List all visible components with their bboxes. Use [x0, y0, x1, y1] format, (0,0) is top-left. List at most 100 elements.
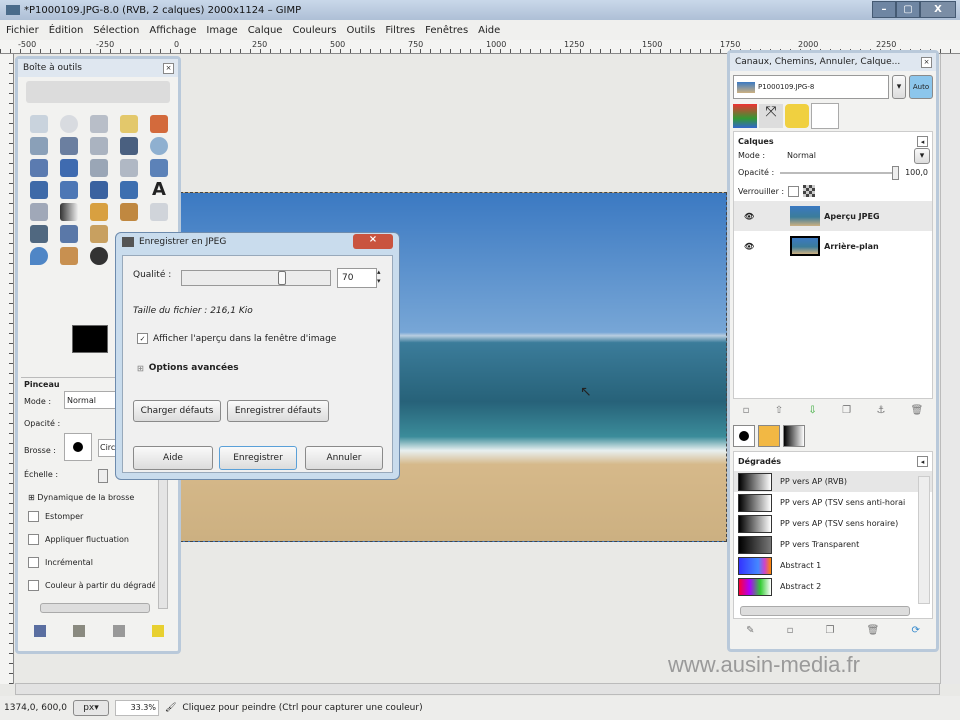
lasso-tool-icon[interactable]: [90, 115, 108, 133]
quality-spinbox[interactable]: 70: [337, 268, 377, 288]
rotate-tool-icon[interactable]: [150, 159, 168, 177]
brush-preview[interactable]: [64, 433, 92, 461]
zoom-select[interactable]: 33.3%: [114, 700, 159, 716]
ellipse-select-tool-icon[interactable]: [60, 115, 78, 133]
foreground-select-tool-icon[interactable]: [60, 137, 78, 155]
smudge-tool-icon[interactable]: [60, 247, 78, 265]
gradient-item[interactable]: PP vers AP (TSV sens horaire): [734, 513, 932, 534]
bucket-fill-tool-icon[interactable]: [30, 203, 48, 221]
tab-brushes-icon[interactable]: [733, 425, 755, 447]
save-defaults-button[interactable]: Enregistrer défauts: [227, 400, 329, 422]
restore-options-icon[interactable]: [73, 625, 86, 637]
toolbox-close-icon[interactable]: ×: [163, 62, 174, 74]
measure-tool-icon[interactable]: [30, 159, 48, 177]
perspective-tool-icon[interactable]: [90, 181, 108, 199]
gradients-vscrollbar[interactable]: [918, 476, 930, 604]
image-selector[interactable]: P1000109.JPG-8: [733, 75, 889, 99]
minimize-button[interactable]: –: [872, 1, 896, 18]
duplicate-layer-icon[interactable]: ❐: [842, 405, 851, 416]
paths-tool-icon[interactable]: [90, 137, 108, 155]
text-tool-icon[interactable]: A: [150, 181, 168, 199]
menu-fenetres[interactable]: Fenêtres: [425, 25, 468, 36]
gradient-item[interactable]: PP vers AP (RVB): [734, 471, 932, 492]
menu-image[interactable]: Image: [206, 25, 237, 36]
color-select-tool-icon[interactable]: [150, 115, 168, 133]
opacity-slider[interactable]: [780, 165, 900, 180]
align-tool-icon[interactable]: [90, 159, 108, 177]
menu-edition[interactable]: Édition: [49, 25, 84, 36]
menu-filtres[interactable]: Filtres: [385, 25, 415, 36]
layer-row[interactable]: 👁 Arrière-plan: [734, 231, 932, 261]
horizontal-scrollbar[interactable]: [15, 683, 940, 695]
maximize-button[interactable]: ▢: [896, 1, 920, 18]
help-button[interactable]: Aide: [133, 446, 213, 470]
layer-row[interactable]: 👁 Aperçu JPEG: [734, 201, 932, 231]
close-button[interactable]: X: [920, 1, 956, 18]
tab-layers-icon[interactable]: [811, 103, 839, 129]
pencil-tool-icon[interactable]: [90, 203, 108, 221]
quality-slider-handle[interactable]: [278, 271, 286, 285]
gradients-hscrollbar[interactable]: [740, 606, 910, 616]
cancel-button[interactable]: Annuler: [305, 446, 383, 470]
lock-pixels-checkbox[interactable]: [788, 185, 800, 197]
gradient-item[interactable]: Abstract 2: [734, 576, 932, 597]
delete-options-icon[interactable]: [112, 625, 125, 637]
duplicate-gradient-icon[interactable]: ❐: [826, 625, 835, 636]
menu-affichage[interactable]: Affichage: [149, 25, 196, 36]
scissors-tool-icon[interactable]: [30, 137, 48, 155]
flip-tool-icon[interactable]: [120, 181, 138, 199]
tab-undo-icon[interactable]: [785, 104, 809, 128]
menu-outils[interactable]: Outils: [346, 25, 375, 36]
tab-gradients-icon[interactable]: [783, 425, 805, 447]
foreground-color[interactable]: [72, 325, 108, 353]
auto-button[interactable]: Auto: [909, 75, 933, 99]
checkbox[interactable]: [28, 511, 39, 522]
fuzzy-select-tool-icon[interactable]: [120, 115, 138, 133]
checkbox[interactable]: [28, 580, 39, 591]
load-defaults-button[interactable]: Charger défauts: [133, 400, 221, 422]
airbrush-tool-icon[interactable]: [30, 225, 48, 243]
zoom-tool-icon[interactable]: [150, 137, 168, 155]
lock-alpha-icon[interactable]: [803, 185, 816, 197]
gradient-item[interactable]: Abstract 1: [734, 555, 932, 576]
save-button[interactable]: Enregistrer: [219, 446, 297, 470]
brush-dynamics-expander[interactable]: ⊞ Dynamique de la brosse: [28, 493, 134, 502]
crop-tool-icon[interactable]: [120, 159, 138, 177]
menu-calque[interactable]: Calque: [248, 25, 283, 36]
edit-gradient-icon[interactable]: ✎: [746, 625, 754, 636]
spin-arrows-icon[interactable]: ▴ ▾: [377, 268, 381, 286]
advanced-options-expander[interactable]: Options avancées: [149, 363, 239, 373]
quality-slider[interactable]: [181, 270, 331, 286]
blur-tool-icon[interactable]: [30, 247, 48, 265]
color-picker-tool-icon[interactable]: [120, 137, 138, 155]
expander-icon[interactable]: ⊞: [137, 364, 144, 373]
rect-select-tool-icon[interactable]: [30, 115, 48, 133]
checkbox[interactable]: [28, 534, 39, 545]
lower-layer-icon[interactable]: ⇩: [808, 405, 816, 416]
tab-channels-icon[interactable]: [733, 104, 757, 128]
opacity-value[interactable]: 100,0: [905, 168, 928, 177]
tab-paths-icon[interactable]: ⤧: [759, 104, 783, 128]
menu-selection[interactable]: Sélection: [93, 25, 139, 36]
raise-layer-icon[interactable]: ⇧: [775, 405, 783, 416]
shear-tool-icon[interactable]: [60, 181, 78, 199]
dodge-burn-tool-icon[interactable]: [90, 247, 108, 265]
new-layer-icon[interactable]: ▫: [743, 405, 750, 416]
save-options-icon[interactable]: [34, 625, 46, 637]
panel-menu-icon[interactable]: ◂: [917, 456, 928, 467]
mode-dropdown-button[interactable]: ▾: [914, 147, 930, 164]
blend-tool-icon[interactable]: [60, 203, 78, 221]
new-gradient-icon[interactable]: ▫: [787, 625, 794, 636]
vertical-scrollbar[interactable]: [940, 54, 960, 684]
refresh-gradients-icon[interactable]: ⟳: [911, 625, 919, 636]
checkbox[interactable]: [28, 557, 39, 568]
paintbrush-tool-icon[interactable]: [120, 203, 138, 221]
image-dropdown-button[interactable]: ▾: [892, 75, 906, 99]
delete-gradient-icon[interactable]: 🗑: [867, 625, 880, 636]
move-tool-icon[interactable]: [60, 159, 78, 177]
clone-tool-icon[interactable]: [90, 225, 108, 243]
ink-tool-icon[interactable]: [60, 225, 78, 243]
unit-select[interactable]: px ▾: [72, 700, 109, 716]
visibility-eye-icon[interactable]: 👁: [744, 212, 754, 221]
scale-slider[interactable]: [98, 469, 108, 483]
